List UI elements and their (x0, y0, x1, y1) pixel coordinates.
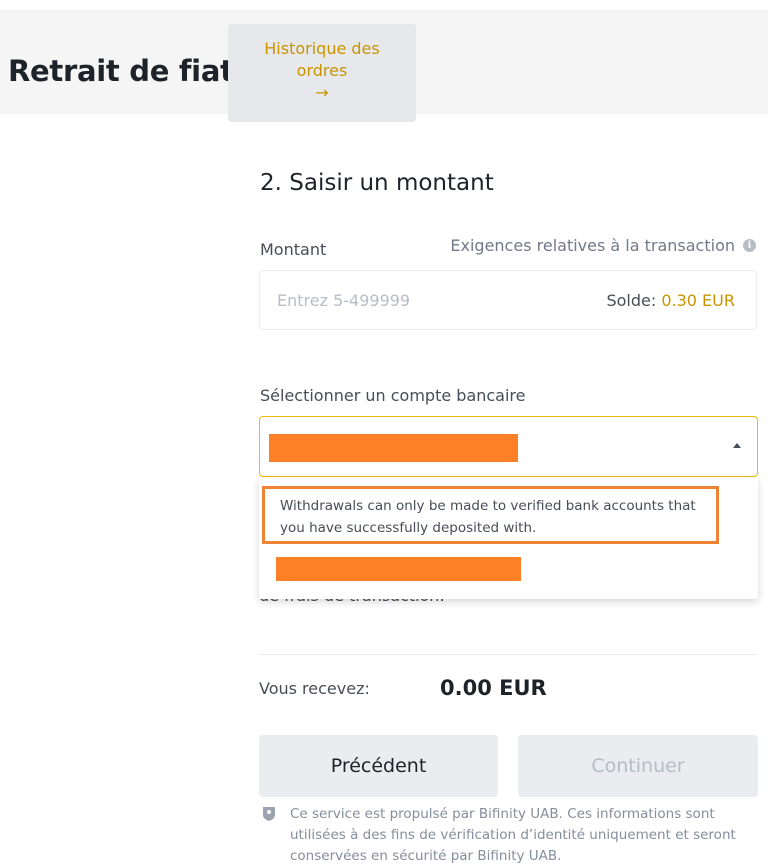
amount-label: Montant (260, 240, 327, 259)
amount-input[interactable]: Entrez 5-499999 Solde: 0.30 EUR (259, 270, 757, 330)
shield-icon (263, 807, 275, 821)
balance-label: Solde: (606, 291, 657, 310)
page-header: Retrait de fiat Historique des ordres → (0, 10, 768, 122)
step-title: 2. Saisir un montant (260, 170, 494, 196)
bank-account-label: Sélectionner un compte bancaire (260, 386, 526, 405)
arrow-right-icon: → (315, 83, 329, 102)
redacted-bank-option[interactable] (276, 557, 521, 581)
order-history-tab[interactable]: Historique des ordres → (228, 24, 416, 122)
order-history-label-line2: ordres (296, 61, 348, 80)
continue-button[interactable]: Continuer (518, 735, 758, 797)
bank-account-select[interactable] (259, 416, 758, 477)
caret-up-icon[interactable] (733, 443, 741, 448)
receive-value: 0.00 EUR (440, 676, 547, 700)
bank-account-dropdown: Withdrawals can only be made to verified… (259, 477, 758, 599)
receive-label: Vous recevez: (259, 679, 370, 698)
previous-button[interactable]: Précédent (259, 735, 498, 797)
redacted-bank-account (269, 434, 518, 462)
transaction-requirements-label: Exigences relatives à la transaction (450, 236, 735, 255)
divider (259, 654, 758, 655)
balance-display: Solde: 0.30 EUR (606, 291, 735, 310)
info-icon[interactable]: i (743, 239, 756, 252)
footer-disclaimer: Ce service est propulsé par Bifinity UAB… (290, 806, 736, 864)
balance-value: 0.30 EUR (661, 291, 735, 310)
amount-placeholder: Entrez 5-499999 (277, 291, 411, 310)
transaction-requirements-link[interactable]: Exigences relatives à la transaction i (450, 236, 756, 255)
page-title: Retrait de fiat (8, 54, 234, 88)
verified-accounts-notice: Withdrawals can only be made to verified… (262, 486, 719, 544)
order-history-label-line1: Historique des (264, 39, 380, 58)
